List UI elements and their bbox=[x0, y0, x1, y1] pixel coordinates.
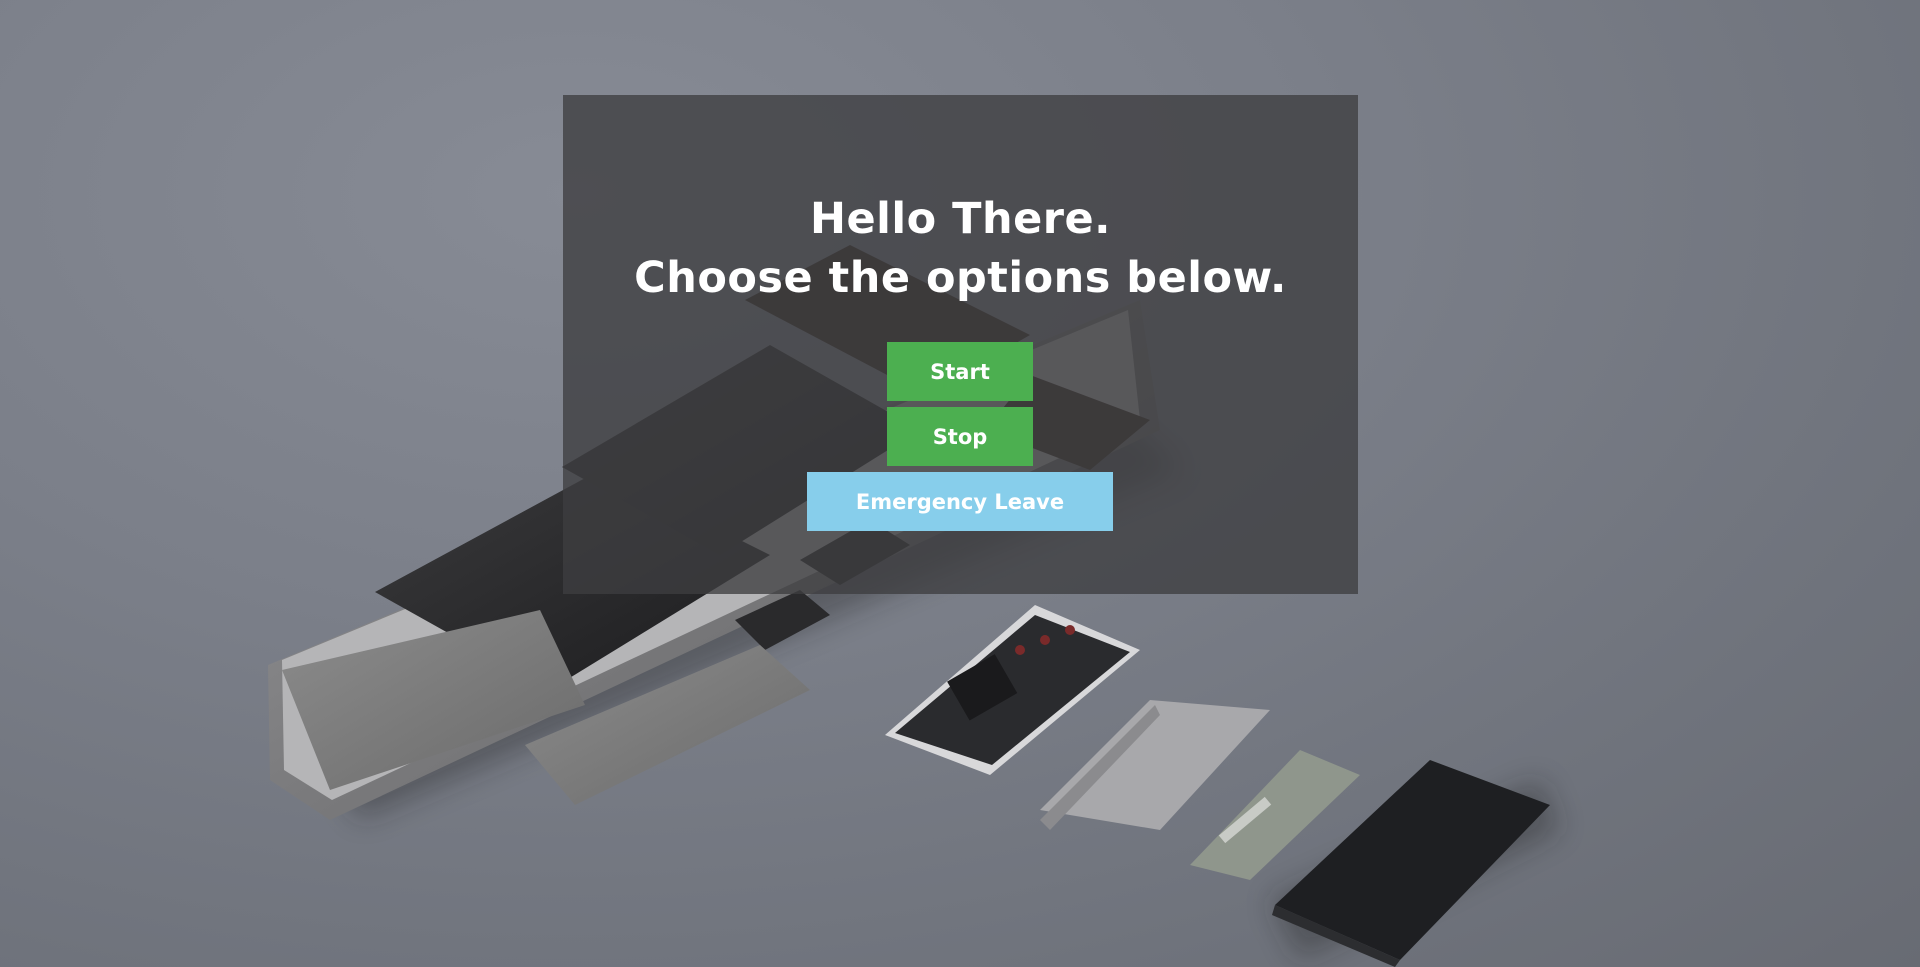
dialog-heading-greeting: Hello There. bbox=[810, 194, 1111, 244]
emergency-leave-button[interactable]: Emergency Leave bbox=[807, 472, 1113, 531]
start-button[interactable]: Start bbox=[887, 342, 1033, 401]
options-dialog: Hello There. Choose the options below. S… bbox=[563, 95, 1358, 594]
stop-button[interactable]: Stop bbox=[887, 407, 1033, 466]
shield-plate bbox=[1040, 700, 1270, 830]
dialog-heading-instruction: Choose the options below. bbox=[634, 253, 1287, 303]
